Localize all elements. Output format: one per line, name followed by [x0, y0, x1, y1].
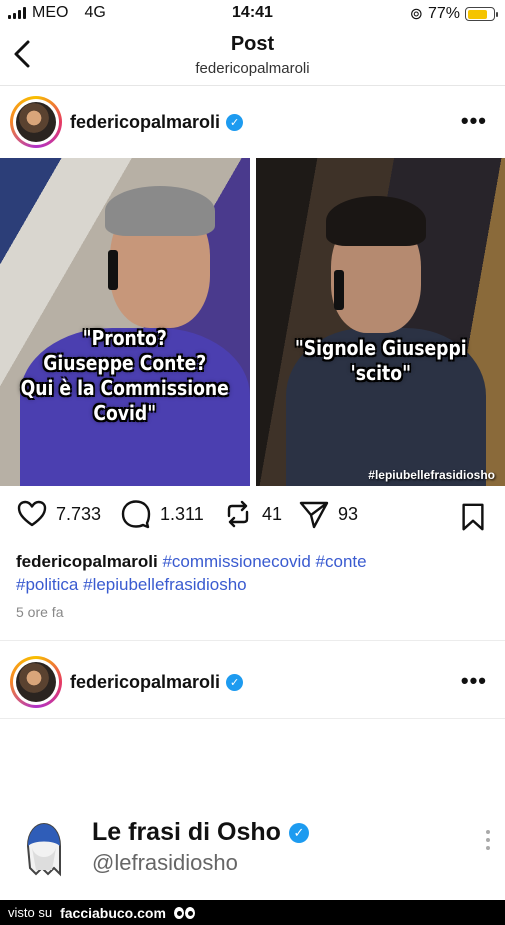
repost-button[interactable]: 41: [222, 498, 282, 530]
avatar[interactable]: [10, 656, 62, 708]
verified-badge-icon: ✓: [288, 822, 309, 843]
osho-ghost-icon: [26, 822, 61, 877]
hashtag[interactable]: #lepiubellefrasidiosho: [83, 575, 247, 594]
avatar[interactable]: [10, 96, 62, 148]
post-image-left: "Pronto? Giuseppe Conte? Qui è la Commis…: [0, 158, 250, 486]
page-title: Post: [230, 33, 275, 55]
bookmark-icon[interactable]: [459, 502, 487, 532]
hashtag[interactable]: #conte: [316, 552, 367, 571]
battery-info: ⊚ 77%: [409, 4, 498, 24]
hashtag[interactable]: #commissionecovid: [162, 552, 310, 571]
embed-name-text: Le frasi di Osho: [92, 818, 281, 846]
repost-icon: [227, 500, 249, 528]
like-button[interactable]: 7.733: [16, 498, 101, 530]
image-right-caption: "Signole Giuseppi 'scito": [294, 336, 467, 385]
post-timestamp: 5 ore fa: [16, 604, 64, 620]
embedded-account-card[interactable]: Le frasi di Osho ✓ @lefrasidiosho: [0, 800, 505, 900]
eyes-logo-icon: [173, 906, 195, 919]
username-text: federicopalmaroli: [70, 672, 221, 692]
comment-count: 1.311: [160, 503, 204, 524]
comment-button[interactable]: 1.311: [120, 498, 204, 530]
post-username[interactable]: federicopalmaroli ✓: [70, 672, 244, 693]
post-image-right: "Signole Giuseppi 'scito" #lepiubellefra…: [255, 158, 505, 486]
alarm-icon: ⊚: [409, 6, 423, 23]
footer-prefix: visto su: [8, 905, 53, 920]
more-horizontal-icon[interactable]: •••: [461, 668, 487, 694]
more-vertical-icon[interactable]: [485, 830, 491, 850]
page-subtitle: federicopalmaroli: [195, 60, 310, 77]
heart-icon: [17, 500, 47, 527]
battery-percent: 77%: [427, 5, 460, 22]
divider: [0, 640, 505, 641]
embed-account-handle: @lefrasidiosho: [92, 850, 238, 875]
footer-site[interactable]: facciabuco.com: [60, 905, 166, 921]
post-caption: federicopalmaroli #commissionecovid #con…: [16, 550, 491, 596]
send-icon: [299, 501, 329, 529]
hashtag[interactable]: #politica: [16, 575, 78, 594]
action-bar: 7.733 1.311 41 93: [0, 498, 505, 540]
image-left-caption: "Pronto? Giuseppe Conte? Qui è la Commis…: [20, 326, 229, 425]
verified-badge-icon: ✓: [226, 674, 244, 691]
like-count: 7.733: [56, 503, 102, 524]
repost-count: 41: [262, 503, 283, 524]
post-media[interactable]: "Pronto? Giuseppe Conte? Qui è la Commis…: [0, 158, 505, 486]
battery-icon: [465, 7, 498, 21]
post-header: federicopalmaroli ✓ •••: [0, 90, 505, 156]
image-watermark: #lepiubellefrasidiosho: [368, 468, 495, 482]
divider: [0, 718, 505, 719]
verified-badge-icon: ✓: [226, 114, 244, 131]
post-header: federicopalmaroli ✓ •••: [0, 652, 505, 718]
status-bar: MEO 4G 14:41 ⊚ 77%: [0, 0, 505, 28]
embed-account-name: Le frasi di Osho ✓: [92, 818, 309, 847]
share-count: 93: [338, 503, 359, 524]
more-horizontal-icon[interactable]: •••: [461, 108, 487, 134]
share-button[interactable]: 93: [298, 498, 358, 530]
username-text: federicopalmaroli: [70, 112, 221, 132]
caption-username[interactable]: federicopalmaroli: [16, 552, 158, 571]
nav-header: Post federicopalmaroli: [0, 28, 505, 86]
source-footer: visto su facciabuco.com: [0, 900, 505, 925]
comment-icon: [121, 500, 151, 529]
post-username[interactable]: federicopalmaroli ✓: [70, 112, 244, 133]
